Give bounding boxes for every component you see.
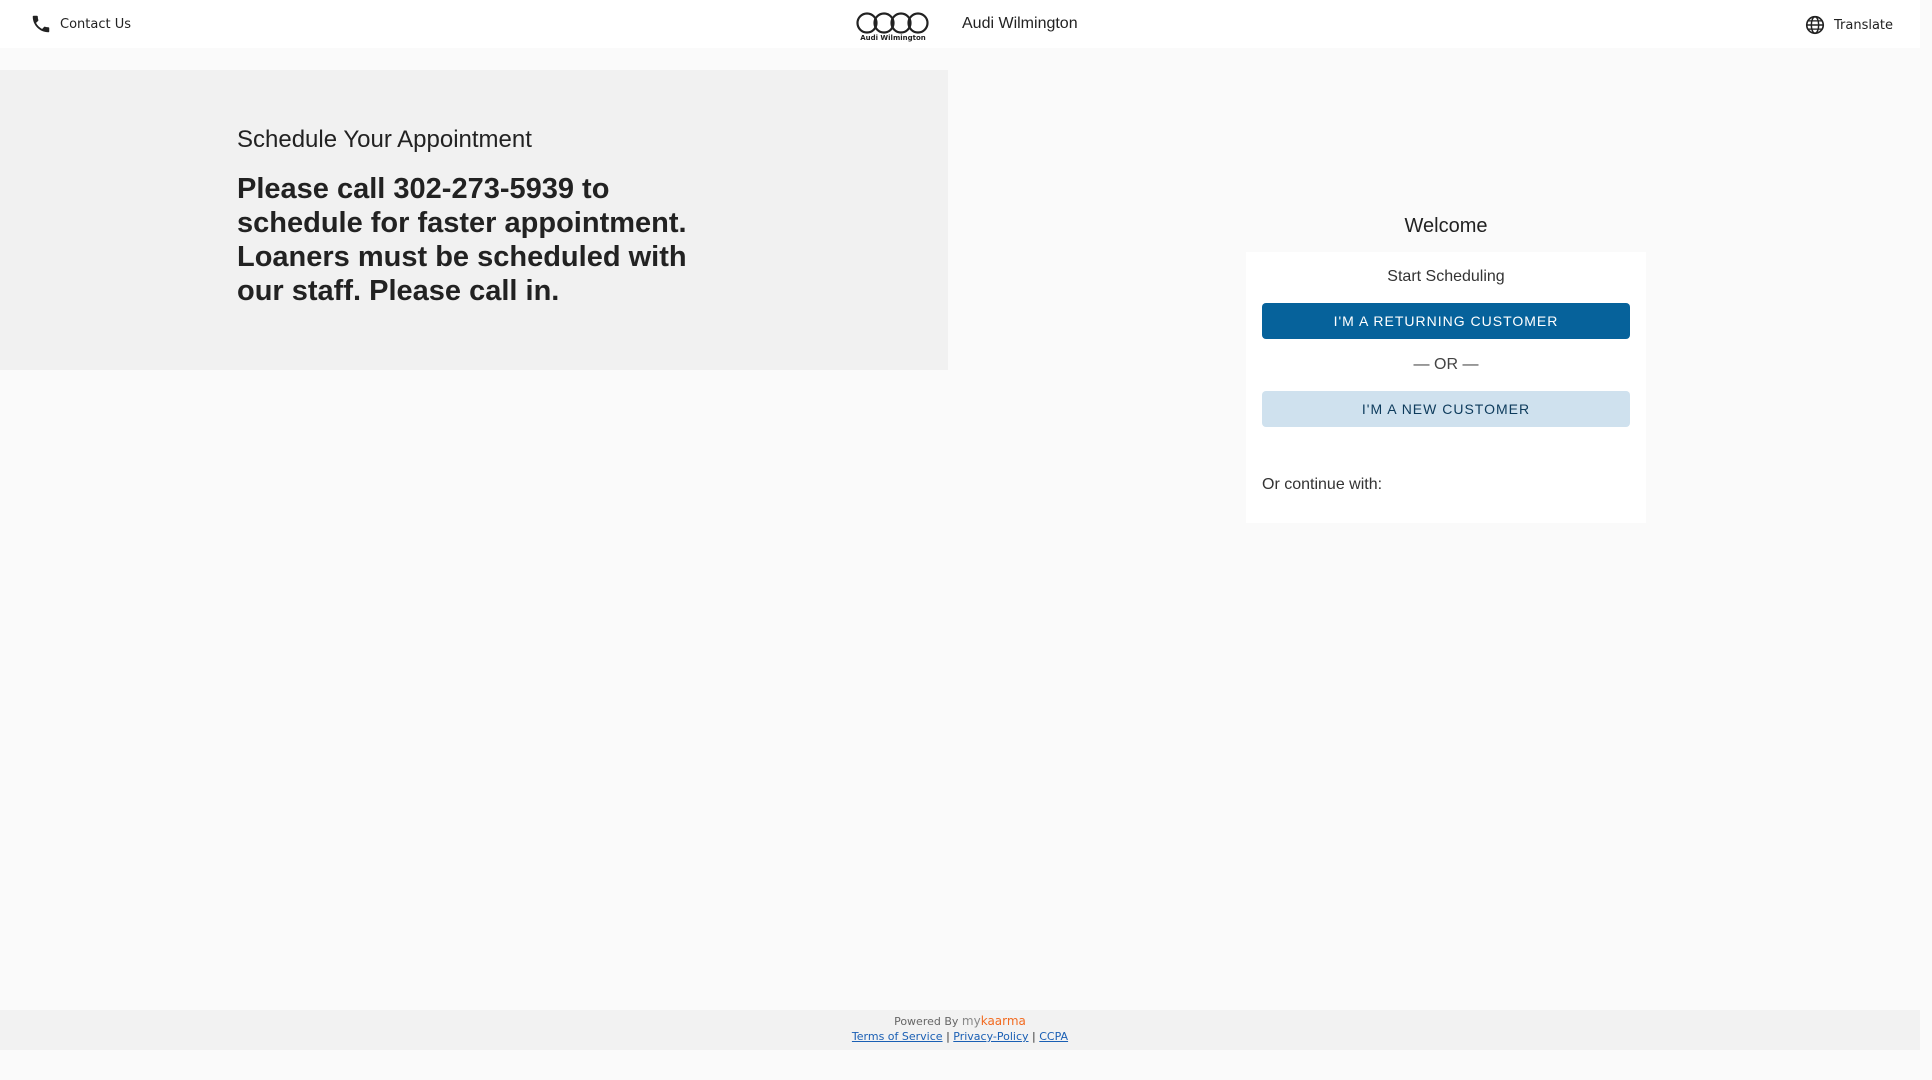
link-separator: | [1032, 1030, 1036, 1043]
dealer-name: Audi Wilmington [962, 15, 1078, 32]
continue-with-label: Or continue with: [1262, 476, 1383, 493]
footer-links: Terms of Service | Privacy-Policy | CCPA [0, 1030, 1920, 1043]
start-scheduling-label: Start Scheduling [1387, 268, 1505, 285]
scheduling-card: Start Scheduling I'm a Returning Custome… [1246, 252, 1646, 523]
top-bar: Contact Us Audi Wilmington Audi Wilmingt… [0, 0, 1920, 48]
translate-button[interactable]: Translate [1804, 14, 1893, 36]
mykaarma-logo-name: kaarma [980, 1014, 1026, 1028]
ccpa-link[interactable]: CCPA [1039, 1030, 1068, 1043]
new-customer-button[interactable]: I'm a New Customer [1262, 391, 1630, 427]
logo-caption: Audi Wilmington [860, 34, 926, 42]
promo-title: Schedule Your Appointment [237, 126, 532, 153]
translate-label: Translate [1834, 17, 1894, 33]
mykaarma-logo: mykaarma [962, 1014, 1026, 1028]
link-separator: | [946, 1030, 950, 1043]
contact-us-label: Contact Us [60, 16, 131, 32]
mykaarma-logo-my: my [961, 1014, 981, 1028]
footer: Powered By mykaarma Terms of Service | P… [0, 1010, 1920, 1050]
returning-customer-button[interactable]: I'm a Returning Customer [1262, 303, 1630, 339]
promo-banner: Schedule Your Appointment Please call 30… [0, 70, 948, 370]
phone-icon [32, 15, 50, 33]
globe-icon [1805, 15, 1825, 35]
powered-by-label: Powered By [894, 1015, 959, 1028]
terms-of-service-link[interactable]: Terms of Service [852, 1030, 943, 1043]
contact-us-link[interactable]: Contact Us [30, 13, 131, 35]
powered-by: Powered By mykaarma [0, 1014, 1920, 1028]
privacy-policy-link[interactable]: Privacy-Policy [953, 1030, 1028, 1043]
promo-message: Please call 302-273-5939 to schedule for… [237, 173, 687, 307]
welcome-heading: Welcome [1404, 215, 1488, 237]
or-divider: — OR — [1413, 356, 1479, 373]
